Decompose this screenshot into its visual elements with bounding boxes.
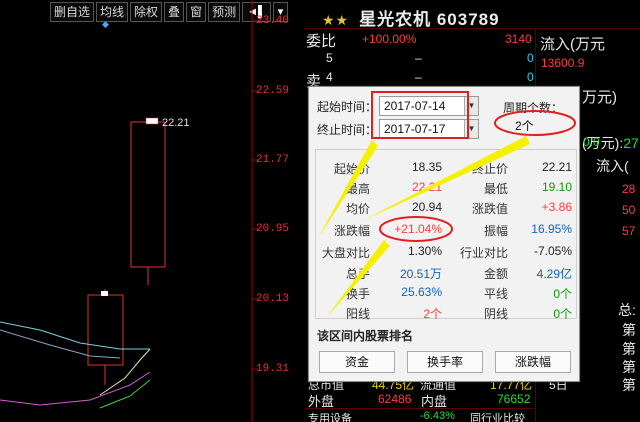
flow-value: 50 xyxy=(622,203,636,217)
inflow-label-2: 流入( xyxy=(596,158,629,174)
ma-line-1 xyxy=(0,321,150,350)
price-tick-label: 22.59 xyxy=(256,85,290,97)
ranking-section-title: 该区间内股票排名 xyxy=(317,329,414,343)
stat-label: 大盘对比 xyxy=(321,246,370,260)
ma-line-4 xyxy=(0,371,151,406)
stock-name: 星光农机 xyxy=(359,10,432,29)
stat-label: 阳线 xyxy=(345,307,370,321)
ask-level: 5 xyxy=(326,51,333,65)
star-icon: ★★ xyxy=(322,12,350,28)
candle-high-label: 22.21 xyxy=(162,117,190,129)
rank-by-capital-button[interactable]: 资金 xyxy=(319,351,395,373)
stat-label: 涨跌幅 xyxy=(333,224,370,238)
rank-by-change-button[interactable]: 涨跌幅 xyxy=(495,351,571,373)
divider xyxy=(305,28,640,29)
stat-value: +21.04% xyxy=(394,222,442,236)
zero-value: 0.0 xyxy=(583,135,600,149)
chevron-down-icon[interactable]: ▼ xyxy=(464,120,478,138)
rank-label: 第 xyxy=(622,377,636,393)
stat-label: 行业对比 xyxy=(459,246,508,260)
stat-value: 2个 xyxy=(423,307,442,321)
stat-value: 22.21 xyxy=(541,160,572,174)
stat-value: 25.63% xyxy=(401,285,442,299)
chevron-down-icon[interactable]: ▼ xyxy=(464,97,478,115)
stat-value: 20.94 xyxy=(411,200,442,214)
industry-compare-link[interactable]: 同行业比较 xyxy=(470,410,525,422)
stat-value: 1.30% xyxy=(407,244,442,258)
price-tick-label: 20.95 xyxy=(256,223,290,235)
inflow-label: 流入(万元 xyxy=(540,36,605,53)
ask-price: – xyxy=(415,51,422,65)
price-tick-label: 23.40 xyxy=(256,15,290,27)
rank-label: 第 xyxy=(622,359,636,375)
price-tick-label: 21.77 xyxy=(256,154,290,166)
stat-value: 0个 xyxy=(553,287,572,301)
ma-line-5 xyxy=(99,379,151,409)
stat-value: 22.21 xyxy=(411,180,442,194)
outer-volume-value: 62486 xyxy=(378,392,412,406)
stat-label: 起始价 xyxy=(333,162,370,176)
ask-price: – xyxy=(415,70,422,84)
end-time-label: 终止时间： xyxy=(317,123,378,137)
candle-1-body xyxy=(87,294,124,366)
rank-label: 第 xyxy=(622,322,636,338)
price-tick-label: 19.31 xyxy=(256,363,290,375)
wanyuan-label: 万元) xyxy=(582,89,617,106)
candle-2-body xyxy=(130,121,166,268)
stat-value: +3.86 xyxy=(541,200,572,214)
stat-label: 最低 xyxy=(483,182,508,196)
interval-stats-dialog: 起始时间： 2017-07-14 ▼ 终止时间： 2017-07-17 ▼ 周期… xyxy=(308,86,580,382)
industry-label: 专用设备 xyxy=(308,413,352,422)
rank-by-turnover-button[interactable]: 换手率 xyxy=(407,351,483,373)
stats-grid: 起始价 18.35 终止价 22.21 最高 22.21 最低 19.10 均价… xyxy=(315,149,577,321)
industry-value: -6.43% xyxy=(420,410,455,422)
candle-2-high-marker xyxy=(145,117,159,125)
stat-label: 最高 xyxy=(345,182,370,196)
candlestick-chart[interactable]: 22.21 xyxy=(0,0,305,422)
weibi-diff: 3140 xyxy=(505,32,532,46)
ask-volume: 0 xyxy=(527,70,534,84)
period-count-label: 周期个数： xyxy=(503,101,564,115)
weibi-value: +100.00% xyxy=(362,32,417,46)
total-label: 总: xyxy=(618,302,636,318)
period-count-value: 2个 xyxy=(515,119,534,133)
stat-value: 16.95% xyxy=(531,222,572,236)
stat-label: 金额 xyxy=(483,267,508,281)
stat-value: 18.35 xyxy=(411,160,442,174)
stat-value: 0个 xyxy=(553,307,572,321)
stat-label: 终止价 xyxy=(471,162,508,176)
flow-value: 57 xyxy=(622,224,636,238)
stat-label: 振幅 xyxy=(483,224,508,238)
stat-label: 换手 xyxy=(345,287,370,301)
stat-value: 19.10 xyxy=(541,180,572,194)
price-ticks xyxy=(252,20,258,370)
divider xyxy=(305,408,535,409)
weibi-label: 委比 xyxy=(306,33,337,50)
inflow-value: 13600.9 xyxy=(541,56,585,70)
flow-value: 28 xyxy=(622,182,636,196)
stat-value: 4.29亿 xyxy=(536,267,572,281)
stat-value: 20.51万 xyxy=(399,267,442,281)
stat-label: 总手 xyxy=(345,267,370,281)
start-time-label: 起始时间： xyxy=(317,100,378,114)
stock-header: ★★ 星光农机 603789 xyxy=(322,5,532,30)
stat-value: -7.05% xyxy=(533,244,572,258)
inner-volume-value: 76652 xyxy=(497,392,531,406)
candle-1-marker xyxy=(101,291,108,296)
stock-code: 603789 xyxy=(436,10,500,29)
ask-level: 4 xyxy=(326,70,333,84)
stat-label: 平线 xyxy=(483,287,508,301)
stat-label: 均价 xyxy=(345,202,370,216)
ask-volume: 0 xyxy=(527,51,534,65)
stat-label: 涨跌值 xyxy=(471,202,508,216)
stat-label: 阴线 xyxy=(483,307,508,321)
rank-label: 第 xyxy=(622,341,636,357)
price-tick-label: 20.13 xyxy=(256,293,290,305)
